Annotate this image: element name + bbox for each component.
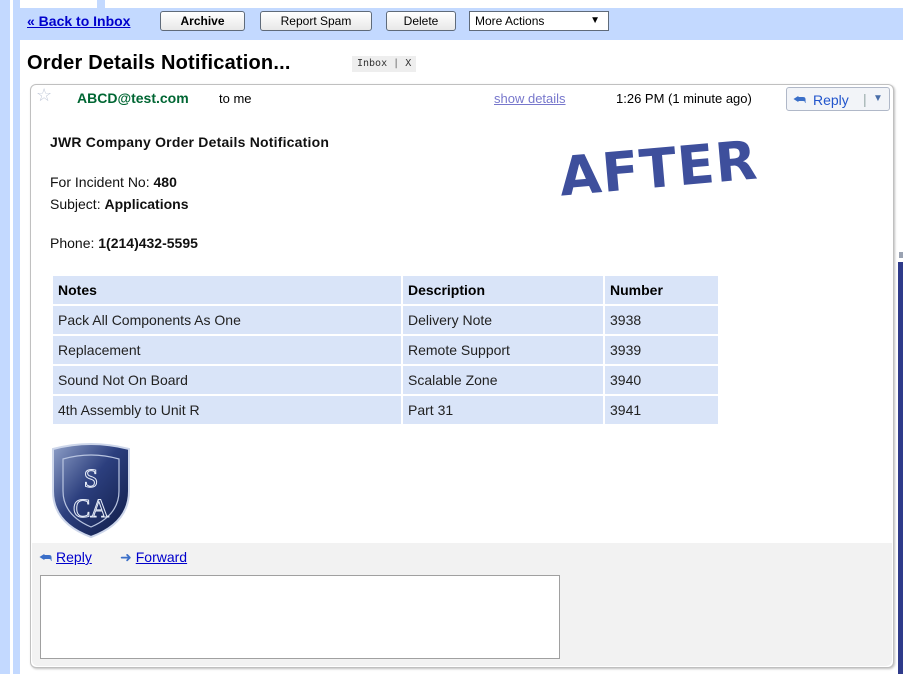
quick-reply-textarea[interactable] (40, 575, 560, 659)
phone-label: Phone: (50, 235, 99, 251)
notes-cell: Sound Not On Board (53, 366, 401, 394)
subject-value: Applications (104, 196, 189, 212)
dropdown-caret-icon: ▼ (590, 15, 600, 26)
star-icon[interactable]: ☆ (36, 85, 52, 106)
description-cell: Remote Support (403, 336, 603, 364)
delete-button[interactable]: Delete (386, 11, 456, 31)
after-stamp: AFTER (556, 128, 761, 209)
reply-button-label: Reply (813, 92, 849, 108)
sca-shield-logo: S CA (52, 443, 130, 539)
svg-text:CA: CA (73, 494, 109, 523)
subject-line: Subject: Applications (50, 196, 189, 212)
reply-arrow-icon: ⮪ (793, 91, 807, 107)
email-subject-title: Order Details Notification... (27, 52, 291, 74)
recipient-text: to me (219, 91, 252, 106)
table-header-row: Notes Description Number (53, 276, 718, 304)
table-row: Replacement Remote Support 3939 (53, 336, 718, 364)
label-separator: | (393, 58, 400, 69)
forward-link[interactable]: ➜ Forward (120, 549, 187, 566)
left-frame-strip (0, 0, 10, 674)
reply-arrow-icon: ⮪ (39, 549, 53, 565)
back-to-inbox-link[interactable]: « Back to Inbox (27, 13, 130, 29)
top-frame-tab (97, 0, 105, 8)
phone-number: 1(214)432-5595 (98, 235, 198, 251)
order-details-table: Notes Description Number Pack All Compon… (51, 274, 720, 426)
reply-link[interactable]: ⮪ Reply (39, 549, 92, 566)
left-frame-strip-inner (13, 0, 20, 674)
column-header-number: Number (605, 276, 718, 304)
reply-options-caret-icon[interactable]: ▼ (873, 88, 883, 110)
right-edge-tick (899, 252, 903, 258)
reply-link-label: Reply (56, 549, 92, 565)
incident-number: 480 (153, 174, 177, 190)
reply-button[interactable]: ⮪ Reply | ▼ (786, 87, 890, 111)
report-spam-button[interactable]: Report Spam (260, 11, 372, 31)
description-cell: Part 31 (403, 396, 603, 424)
inbox-label-tag: Inbox | X (352, 56, 417, 72)
incident-line: For Incident No: 480 (50, 174, 177, 190)
more-actions-select[interactable]: More Actions ▼ (469, 11, 609, 31)
description-cell: Delivery Note (403, 306, 603, 334)
right-edge-band (898, 262, 903, 674)
description-cell: Scalable Zone (403, 366, 603, 394)
forward-link-label: Forward (135, 549, 188, 565)
incident-label: For Incident No: (50, 174, 154, 190)
number-cell: 3939 (605, 336, 718, 364)
number-cell: 3941 (605, 396, 718, 424)
notes-cell: Pack All Components As One (53, 306, 401, 334)
number-cell: 3938 (605, 306, 718, 334)
column-header-description: Description (403, 276, 603, 304)
show-details-link[interactable]: show details (494, 91, 566, 106)
table-row: 4th Assembly to Unit R Part 31 3941 (53, 396, 718, 424)
number-cell: 3940 (605, 366, 718, 394)
inbox-label[interactable]: Inbox (357, 58, 387, 69)
action-toolbar: « Back to Inbox Archive Report Spam Dele… (20, 8, 903, 40)
subject-label: Subject: (50, 196, 105, 212)
table-row: Sound Not On Board Scalable Zone 3940 (53, 366, 718, 394)
column-header-notes: Notes (53, 276, 401, 304)
phone-line: Phone: 1(214)432-5595 (50, 235, 198, 251)
message-timestamp: 1:26 PM (1 minute ago) (616, 91, 752, 106)
reply-button-divider: | (863, 91, 867, 107)
archive-button[interactable]: Archive (160, 11, 245, 31)
table-row: Pack All Components As One Delivery Note… (53, 306, 718, 334)
forward-arrow-icon: ➜ (120, 549, 132, 565)
remove-label-icon[interactable]: X (405, 58, 411, 69)
notes-cell: Replacement (53, 336, 401, 364)
more-actions-label: More Actions (475, 14, 545, 28)
reply-footer: ⮪ Reply ➜ Forward (32, 543, 892, 666)
sender-address[interactable]: ABCD@test.com (77, 90, 189, 106)
notes-cell: 4th Assembly to Unit R (53, 396, 401, 424)
svg-text:S: S (84, 464, 98, 493)
notification-heading: JWR Company Order Details Notification (50, 134, 330, 150)
message-card: ☆ ABCD@test.com to me show details 1:26 … (30, 84, 894, 668)
